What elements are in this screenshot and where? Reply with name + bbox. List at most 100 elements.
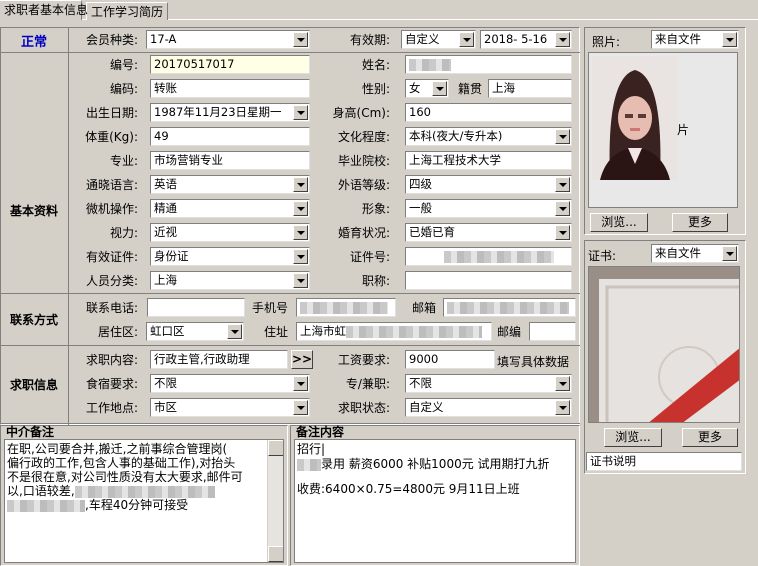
mobile-field[interactable]: [296, 298, 396, 317]
marital-select[interactable]: 已婚已育: [405, 223, 572, 242]
value: 四级: [409, 177, 432, 191]
memo-line: ,车程40分钟可接受: [7, 498, 281, 512]
photo-more-button[interactable]: 更多: [672, 213, 728, 232]
native-label: 籍贯: [457, 82, 482, 96]
board-select[interactable]: 不限: [150, 374, 310, 393]
job-wanted-field[interactable]: 行政主管,行政助理: [150, 350, 288, 369]
value: 市区: [154, 400, 177, 414]
memo-line: [297, 472, 573, 482]
scroll-up-icon[interactable]: [268, 440, 283, 456]
fulltime-select[interactable]: 不限: [405, 374, 572, 393]
section-basic: 基本资料: [9, 204, 58, 218]
weight-label: 体重(Kg):: [85, 130, 138, 144]
chevron-down-icon: [722, 32, 737, 47]
height-field[interactable]: 160: [405, 103, 572, 122]
computer-select[interactable]: 精通: [150, 199, 310, 218]
vision-select[interactable]: 近视: [150, 223, 310, 242]
cert-source-select[interactable]: 来自文件: [651, 244, 739, 263]
email-field[interactable]: [443, 298, 576, 317]
school-label: 毕业院校:: [337, 154, 390, 168]
redacted: [297, 458, 321, 471]
value: 一般: [409, 201, 432, 215]
value: 女: [409, 81, 421, 95]
appearance-select[interactable]: 一般: [405, 199, 572, 218]
location-label: 工作地点:: [85, 401, 138, 415]
agency-note-memo[interactable]: 在职,公司要合并,搬迁,之前事综合管理岗( 偏行政的工作,包含人事的基础工作),…: [4, 439, 284, 563]
photo-browse-button[interactable]: 浏览...: [590, 213, 648, 232]
name-label: 姓名:: [361, 58, 390, 72]
school-field[interactable]: 上海工程技术大学: [405, 151, 572, 170]
chevron-down-icon: [293, 105, 308, 120]
memo-scrollbar[interactable]: [267, 440, 283, 562]
category-select[interactable]: 上海: [150, 271, 310, 290]
memo-text: 录用 薪资6000 补贴1000元 试用期打九折: [321, 457, 550, 471]
tab-work-history[interactable]: 工作学习简历: [86, 2, 168, 20]
tab-basic-info[interactable]: 求职者基本信息: [0, 0, 88, 20]
cert-more-button[interactable]: 更多: [682, 428, 738, 447]
district-select[interactable]: 虹口区: [146, 322, 244, 341]
number-field[interactable]: 20170517017: [150, 55, 310, 74]
birth-picker[interactable]: 1987年11月23日星期一: [150, 103, 310, 122]
value: 身份证: [154, 249, 189, 263]
gender-select[interactable]: 女: [405, 79, 449, 98]
job-wanted-label: 求职内容:: [85, 353, 138, 367]
value: 精通: [154, 201, 177, 215]
validity-mode-select[interactable]: 自定义: [401, 30, 476, 49]
value: 本科(夜大/专升本): [409, 129, 503, 143]
cert-browse-button[interactable]: 浏览...: [604, 428, 662, 447]
chevron-down-icon: [227, 324, 242, 339]
height-label: 身高(Cm):: [332, 106, 390, 120]
number-label: 编号:: [109, 58, 138, 72]
value: 上海市虹: [300, 324, 346, 338]
fulltime-label: 专/兼职:: [345, 377, 390, 391]
phone-label: 联系电话:: [85, 301, 138, 315]
job-status-label: 求职状态:: [337, 401, 390, 415]
code-field[interactable]: 转账: [150, 79, 310, 98]
job-status-select[interactable]: 自定义: [405, 398, 572, 417]
weight-field[interactable]: 49: [150, 127, 310, 146]
value: 英语: [154, 177, 177, 191]
certificate-image-icon: [589, 267, 739, 422]
id-no-field[interactable]: [405, 247, 572, 266]
photo-caption: 片: [677, 123, 690, 137]
validity-date-picker[interactable]: 2018- 5-16: [480, 30, 572, 49]
note-memo[interactable]: 招行| 录用 薪资6000 补贴1000元 试用期打九折 收费:6400×0.7…: [294, 439, 576, 563]
id-type-select[interactable]: 身份证: [150, 247, 310, 266]
memo-line: 不是很在意,对公司性质没有太大要求,邮件可: [7, 470, 243, 484]
language-label: 通晓语言:: [85, 178, 138, 192]
photo-source-select[interactable]: 来自文件: [651, 30, 739, 49]
language-select[interactable]: 英语: [150, 175, 310, 194]
job-select-button[interactable]: >>: [291, 350, 313, 369]
lang-level-label: 外语等级:: [337, 178, 390, 192]
value: 不限: [409, 376, 432, 390]
memo-line: 收费:6400×0.75=4800元 9月11日上班: [297, 482, 520, 496]
chevron-down-icon: [555, 201, 570, 216]
section-contact: 联系方式: [9, 313, 58, 327]
member-type-select[interactable]: 17-A: [146, 30, 310, 49]
address-label: 住址: [263, 325, 288, 339]
chevron-down-icon: [293, 32, 308, 47]
tab-label: 求职者基本信息: [4, 3, 89, 17]
major-field[interactable]: 市场营销专业: [150, 151, 310, 170]
zip-field[interactable]: [529, 322, 576, 341]
name-field[interactable]: [405, 55, 572, 74]
value: 已婚已育: [409, 225, 455, 239]
education-select[interactable]: 本科(夜大/专升本): [405, 127, 572, 146]
native-field[interactable]: 上海: [488, 79, 572, 98]
chevron-down-icon: [293, 201, 308, 216]
chevron-down-icon: [293, 273, 308, 288]
photo-label: 照片:: [592, 35, 621, 49]
id-type-label: 有效证件:: [85, 250, 138, 264]
scroll-down-icon[interactable]: [268, 546, 283, 562]
mobile-label: 手机号: [251, 301, 288, 315]
cert-image: [588, 266, 740, 423]
title-field[interactable]: [405, 271, 572, 290]
lang-level-select[interactable]: 四级: [405, 175, 572, 194]
code-label: 编码:: [109, 82, 138, 96]
vision-label: 视力:: [109, 226, 138, 240]
phone-field[interactable]: [147, 298, 245, 317]
cert-desc-field[interactable]: 证书说明: [586, 452, 742, 471]
address-field[interactable]: 上海市虹: [296, 322, 492, 341]
location-select[interactable]: 市区: [150, 398, 310, 417]
salary-field[interactable]: 9000: [405, 350, 495, 369]
